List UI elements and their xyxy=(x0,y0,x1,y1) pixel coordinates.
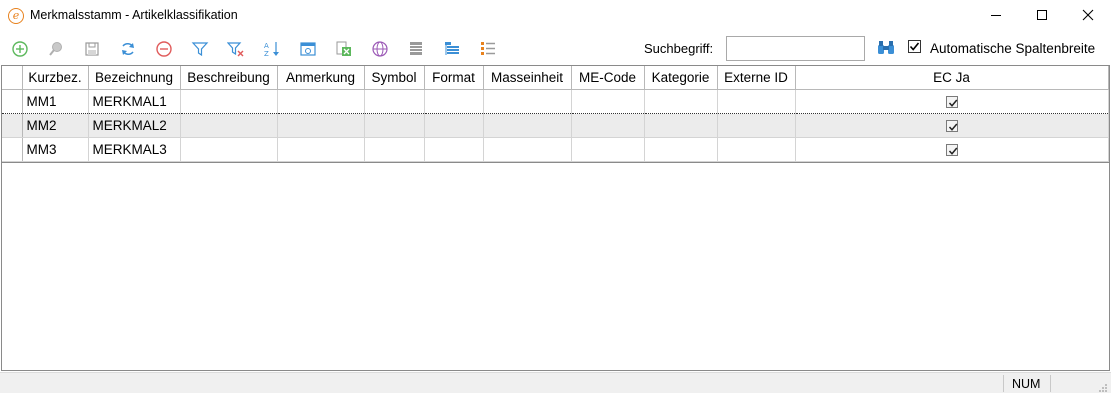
cell-ec-ja[interactable] xyxy=(795,113,1109,138)
filter-icon[interactable] xyxy=(190,39,210,59)
cell-beschreibung[interactable] xyxy=(180,88,278,114)
cell-kurzbez[interactable]: MM2 xyxy=(22,113,89,138)
grid-table: Kurzbez. Bezeichnung Beschreibung Anmerk… xyxy=(2,66,1109,162)
maximize-button[interactable] xyxy=(1019,0,1065,30)
checkmark-icon xyxy=(948,123,957,131)
row-header[interactable] xyxy=(2,113,23,138)
ec-ja-checkbox[interactable] xyxy=(945,143,958,156)
data-grid: Kurzbez. Bezeichnung Beschreibung Anmerk… xyxy=(1,65,1110,371)
cell-ec-ja[interactable] xyxy=(795,137,1109,162)
grid-data-boundary xyxy=(2,162,1109,163)
cell-kategorie[interactable] xyxy=(644,137,718,162)
e-logo-icon: e xyxy=(8,8,24,24)
columns-icon[interactable] xyxy=(442,39,462,59)
column-header-kategorie[interactable]: Kategorie xyxy=(644,66,718,90)
column-header-beschreibung[interactable]: Beschreibung xyxy=(180,66,278,90)
cell-beschreibung[interactable] xyxy=(180,137,278,162)
cell-anmerkung[interactable] xyxy=(277,113,365,138)
cell-kurzbez[interactable]: MM3 xyxy=(22,137,89,162)
list-icon[interactable] xyxy=(478,39,498,59)
row-header[interactable] xyxy=(2,88,23,114)
search-label: Suchbegriff: xyxy=(644,41,714,56)
print-icon[interactable] xyxy=(406,39,426,59)
title-bar: e Merkmalsstamm - Artikelklassifikation xyxy=(0,0,1111,32)
status-divider xyxy=(1003,375,1004,392)
cell-me-code[interactable] xyxy=(571,88,645,114)
checkmark-icon xyxy=(908,40,921,53)
column-header-anmerkung[interactable]: Anmerkung xyxy=(277,66,365,90)
cell-ec-ja[interactable] xyxy=(795,88,1109,114)
table-row[interactable]: MM1 MERKMAL1 xyxy=(2,88,1109,114)
resize-grip-icon[interactable] xyxy=(1098,381,1108,392)
window-title: Merkmalsstamm - Artikelklassifikation xyxy=(30,8,238,22)
clear-filter-icon[interactable] xyxy=(226,39,246,59)
minimize-button[interactable] xyxy=(973,0,1019,30)
cell-anmerkung[interactable] xyxy=(277,88,365,114)
preview-icon[interactable] xyxy=(298,39,318,59)
cell-beschreibung[interactable] xyxy=(180,113,278,138)
cell-externe-id[interactable] xyxy=(717,137,796,162)
auto-width-checkbox[interactable] xyxy=(908,40,921,53)
delete-icon[interactable] xyxy=(154,39,174,59)
column-header-kurzbez[interactable]: Kurzbez. xyxy=(22,66,89,90)
cell-format[interactable] xyxy=(424,113,484,138)
cell-externe-id[interactable] xyxy=(717,113,796,138)
cell-kurzbez[interactable]: MM1 xyxy=(22,88,89,114)
excel-export-icon[interactable] xyxy=(334,39,354,59)
column-header-bezeichnung[interactable]: Bezeichnung xyxy=(88,66,181,90)
cell-me-code[interactable] xyxy=(571,113,645,138)
cell-format[interactable] xyxy=(424,137,484,162)
cell-masseinheit[interactable] xyxy=(483,137,572,162)
cell-kategorie[interactable] xyxy=(644,88,718,114)
ec-ja-checkbox[interactable] xyxy=(945,119,958,132)
refresh-icon[interactable] xyxy=(118,39,138,59)
column-header-me-code[interactable]: ME-Code xyxy=(571,66,645,90)
svg-text:Z: Z xyxy=(264,50,269,58)
row-header-corner xyxy=(2,66,23,90)
column-header-symbol[interactable]: Symbol xyxy=(364,66,425,90)
cell-me-code[interactable] xyxy=(571,137,645,162)
ec-ja-checkbox[interactable] xyxy=(945,95,958,108)
maximize-icon xyxy=(1037,10,1047,20)
globe-icon[interactable] xyxy=(370,39,390,59)
close-icon xyxy=(1082,9,1094,21)
num-lock-indicator: NUM xyxy=(1012,377,1041,391)
save-icon[interactable] xyxy=(82,39,102,59)
binoculars-icon[interactable] xyxy=(877,40,895,59)
checkmark-icon xyxy=(948,147,957,155)
header-row: Kurzbez. Bezeichnung Beschreibung Anmerk… xyxy=(2,66,1109,90)
search-input[interactable] xyxy=(726,36,865,61)
cell-format[interactable] xyxy=(424,88,484,114)
cell-symbol[interactable] xyxy=(364,88,425,114)
status-bar: NUM xyxy=(0,372,1111,393)
cell-bezeichnung[interactable]: MERKMAL1 xyxy=(88,88,181,114)
cell-masseinheit[interactable] xyxy=(483,88,572,114)
table-row[interactable]: MM3 MERKMAL3 xyxy=(2,137,1109,162)
cell-symbol[interactable] xyxy=(364,113,425,138)
column-header-format[interactable]: Format xyxy=(424,66,484,90)
sort-icon[interactable]: AZ xyxy=(262,39,282,59)
add-icon[interactable] xyxy=(10,39,30,59)
cell-bezeichnung[interactable]: MERKMAL2 xyxy=(88,113,181,138)
cell-symbol[interactable] xyxy=(364,137,425,162)
column-header-masseinheit[interactable]: Masseinheit xyxy=(483,66,572,90)
close-button[interactable] xyxy=(1065,0,1111,30)
cell-anmerkung[interactable] xyxy=(277,137,365,162)
table-row[interactable]: MM2 MERKMAL2 xyxy=(2,113,1109,138)
cell-kategorie[interactable] xyxy=(644,113,718,138)
column-header-externe-id[interactable]: Externe ID xyxy=(717,66,796,90)
column-header-ec-ja[interactable]: EC Ja xyxy=(795,66,1109,90)
cell-bezeichnung[interactable]: MERKMAL3 xyxy=(88,137,181,162)
checkmark-icon xyxy=(948,99,957,107)
status-divider xyxy=(1050,375,1051,392)
auto-width-label: Automatische Spaltenbreite xyxy=(930,41,1096,56)
minimize-icon xyxy=(991,15,1001,16)
svg-text:A: A xyxy=(264,42,269,50)
search-icon[interactable] xyxy=(46,39,66,59)
cell-externe-id[interactable] xyxy=(717,88,796,114)
cell-masseinheit[interactable] xyxy=(483,113,572,138)
row-header[interactable] xyxy=(2,137,23,162)
